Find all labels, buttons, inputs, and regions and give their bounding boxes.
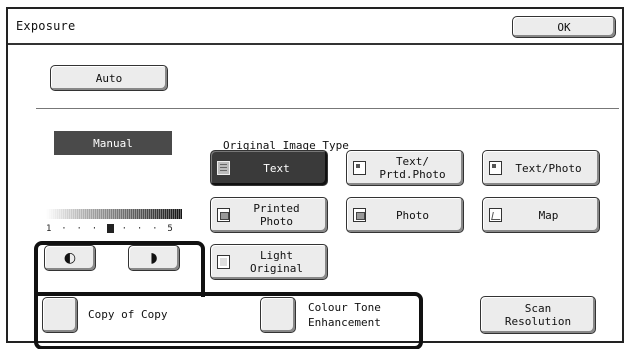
text-photo-icon xyxy=(489,161,502,175)
colour-tone-enhancement-checkbox[interactable] xyxy=(260,297,296,333)
scale-min-label: 1 xyxy=(46,224,54,234)
text-document-icon xyxy=(217,161,230,175)
text-photo-button[interactable]: Text/Photo xyxy=(482,150,600,186)
auto-button[interactable]: Auto xyxy=(50,65,168,91)
exposure-dialog: Exposure OK Auto Manual Original Image T… xyxy=(6,7,624,349)
scan-resolution-label: Scan Resolution xyxy=(504,302,572,328)
text-printed-photo-label: Text/ Prtd.Photo xyxy=(379,155,446,181)
manual-tab-label: Manual xyxy=(93,136,133,150)
exposure-gradient-bar xyxy=(46,209,182,219)
printed-photo-button[interactable]: Printed Photo xyxy=(210,197,328,233)
lighter-button[interactable]: ◐ xyxy=(44,245,96,271)
map-label: Map xyxy=(538,208,559,222)
dialog-title: Exposure xyxy=(16,19,76,33)
ok-button[interactable]: OK xyxy=(512,16,616,38)
map-icon xyxy=(489,208,502,222)
exposure-level-scale: 1 · · · · · · 5 xyxy=(46,224,184,236)
auto-button-label: Auto xyxy=(95,71,123,85)
light-original-label: Light Original xyxy=(250,249,303,275)
light-original-icon xyxy=(217,255,230,269)
photo-button[interactable]: Photo xyxy=(346,197,464,233)
copy-of-copy-checkbox[interactable] xyxy=(42,297,78,333)
printed-photo-icon xyxy=(217,208,230,222)
scale-ticks-left: · · · xyxy=(61,224,107,234)
colour-tone-enhancement-label: Colour Tone Enhancement xyxy=(308,301,381,329)
text-printed-photo-button[interactable]: Text/ Prtd.Photo xyxy=(346,150,464,186)
photo-icon xyxy=(353,208,366,222)
scan-resolution-button[interactable]: Scan Resolution xyxy=(480,296,596,334)
darker-button[interactable]: ◗ xyxy=(128,245,180,271)
copy-of-copy-label: Copy of Copy xyxy=(88,308,168,321)
text-printed-photo-icon xyxy=(353,161,366,175)
printed-photo-label: Printed Photo xyxy=(253,202,300,228)
scale-ticks-right: · · · xyxy=(121,224,168,234)
light-original-button[interactable]: Light Original xyxy=(210,244,328,280)
darker-half-circle-icon: ◗ xyxy=(150,249,158,266)
lighter-half-circle-icon: ◐ xyxy=(63,249,77,266)
ok-button-label: OK xyxy=(557,20,571,34)
map-button[interactable]: Map xyxy=(482,197,600,233)
title-bar: Exposure OK xyxy=(8,9,622,45)
text-button[interactable]: Text xyxy=(210,150,328,186)
scale-max-label: 5 xyxy=(167,224,175,234)
photo-label: Photo xyxy=(395,208,430,222)
manual-tab[interactable]: Manual xyxy=(54,131,172,155)
text-button-label: Text xyxy=(263,161,290,175)
text-photo-label: Text/Photo xyxy=(515,161,582,175)
exposure-level-marker xyxy=(106,224,114,233)
divider xyxy=(36,108,619,109)
